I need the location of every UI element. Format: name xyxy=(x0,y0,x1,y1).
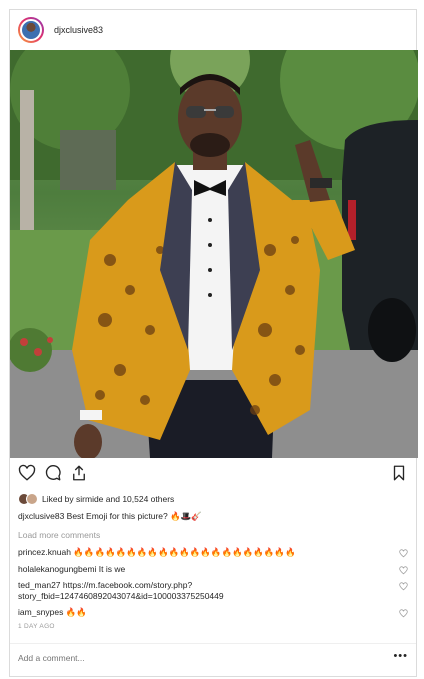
comment-like-icon[interactable] xyxy=(399,609,408,618)
comment: princez.knuah 🔥🔥🔥🔥🔥🔥🔥🔥🔥🔥🔥🔥🔥🔥🔥🔥🔥🔥🔥🔥🔥 xyxy=(18,547,408,558)
action-bar xyxy=(18,464,408,488)
pole xyxy=(20,90,34,240)
divider xyxy=(10,643,416,644)
sunglasses-bridge xyxy=(204,109,216,111)
shirt-cuff xyxy=(80,410,102,420)
post-header: djxclusive83 xyxy=(10,10,416,50)
comment-like-icon[interactable] xyxy=(399,549,408,558)
comment: ted_man27 https://m.facebook.com/story.p… xyxy=(18,580,408,602)
car-wheel xyxy=(368,298,416,362)
comment-text: holalekanogungbemi It is we xyxy=(18,564,126,574)
comment: holalekanogungbemi It is we xyxy=(18,564,408,575)
post-photo-illustration xyxy=(10,50,418,458)
likes-row: Liked by sirmide and 10,524 others xyxy=(18,493,174,505)
comment-icon[interactable] xyxy=(44,464,62,482)
comment-text: iam_snypes 🔥🔥 xyxy=(18,607,87,617)
comment: iam_snypes 🔥🔥 xyxy=(18,607,408,618)
sunglasses-right xyxy=(214,106,234,118)
post-caption: djxclusive83 Best Emoji for this picture… xyxy=(18,511,202,521)
post-photo[interactable] xyxy=(10,50,418,458)
car-tail-light xyxy=(348,200,356,240)
bush xyxy=(10,328,52,372)
bookmark-icon[interactable] xyxy=(390,464,408,482)
heart-icon[interactable] xyxy=(18,464,36,482)
post-username[interactable]: djxclusive83 xyxy=(54,25,103,35)
comment-like-icon[interactable] xyxy=(399,566,408,575)
more-options-icon[interactable]: ••• xyxy=(393,650,408,662)
comment-text-continued: story_fbid=1247460892043074&id=100003375… xyxy=(18,591,224,601)
likes-count[interactable]: Liked by sirmide and 10,524 others xyxy=(42,494,174,504)
post-timestamp[interactable]: 1 DAY AGO xyxy=(18,623,55,630)
add-comment-input[interactable] xyxy=(18,653,378,663)
sunglasses-left xyxy=(186,106,206,118)
load-more-comments-link[interactable]: Load more comments xyxy=(18,530,100,540)
comment-like-icon[interactable] xyxy=(399,582,408,591)
comment-text: princez.knuah 🔥🔥🔥🔥🔥🔥🔥🔥🔥🔥🔥🔥🔥🔥🔥🔥🔥🔥🔥🔥🔥 xyxy=(18,547,296,557)
liker-avatar[interactable] xyxy=(26,493,38,505)
avatar[interactable] xyxy=(18,17,44,43)
share-icon[interactable] xyxy=(70,464,88,482)
watch xyxy=(310,178,332,188)
beard xyxy=(190,133,230,157)
comment-text: ted_man27 https://m.facebook.com/story.p… xyxy=(18,580,193,590)
avatar-image xyxy=(20,19,42,41)
sign-board xyxy=(60,130,116,190)
post-card: djxclusive83 Liked by sirmide and 10,524… xyxy=(9,9,418,677)
